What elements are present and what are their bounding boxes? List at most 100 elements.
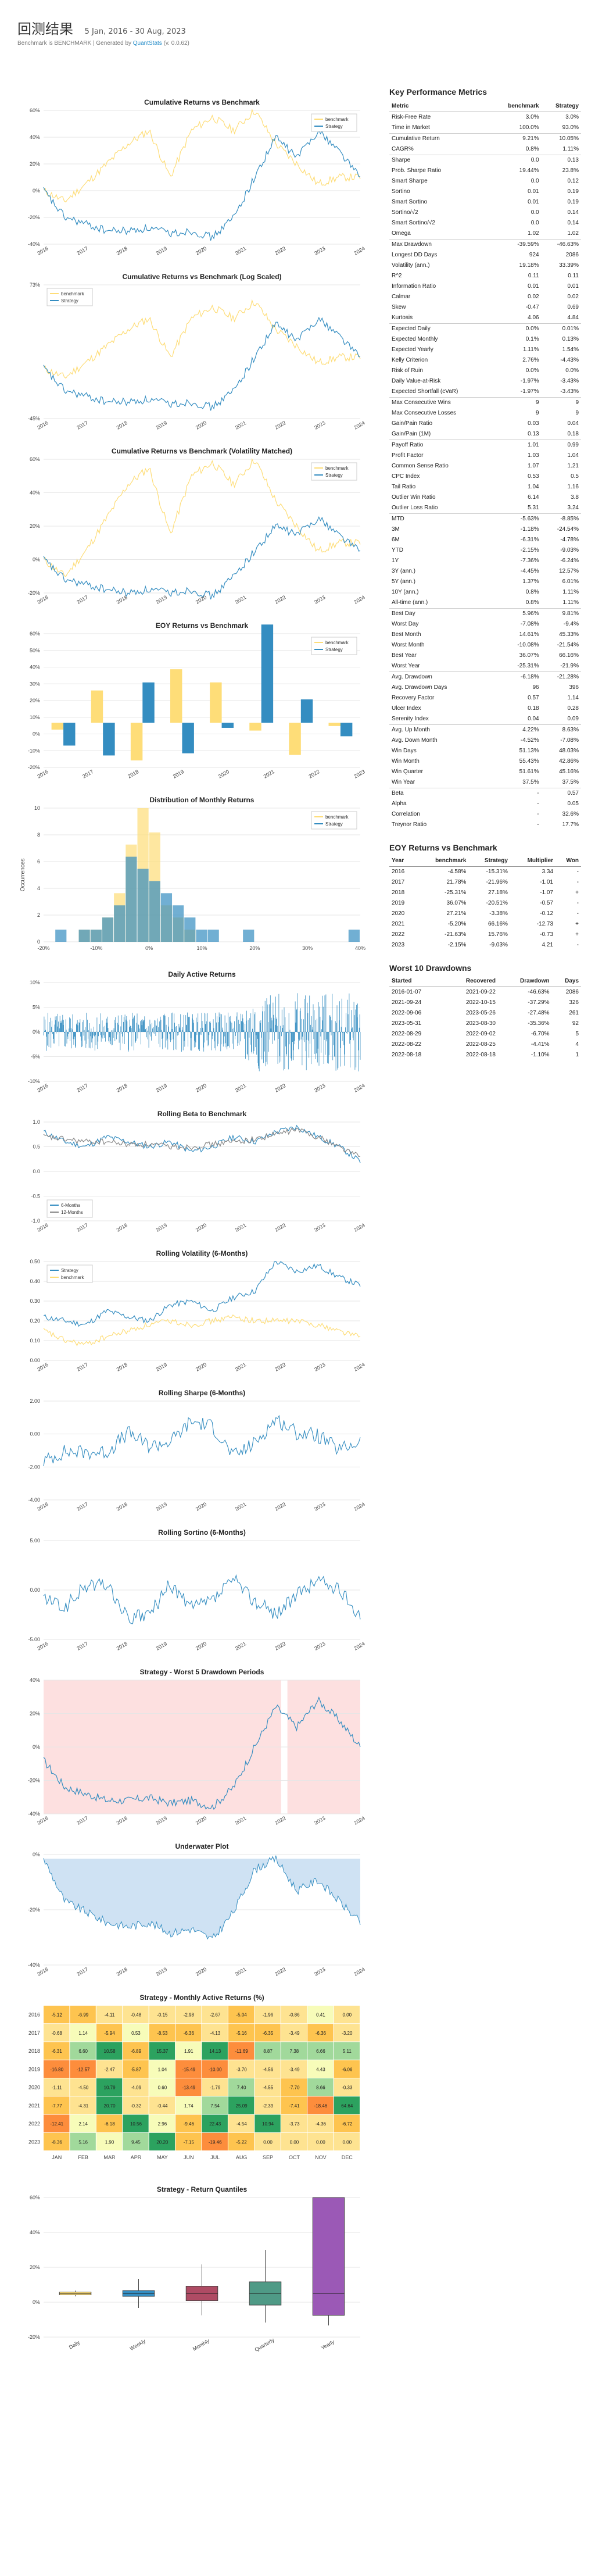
metrics-cell: 55.43% xyxy=(519,758,539,764)
heatmap-cell-value: 1.90 xyxy=(105,2139,114,2145)
metrics-cell: - xyxy=(537,811,539,817)
legend-label: Strategy xyxy=(325,647,343,652)
heatmap-cell-value: -2.39 xyxy=(263,2103,274,2109)
bar-Strategy xyxy=(142,682,155,723)
drawdown-cell: 2022-09-02 xyxy=(465,1031,496,1037)
metrics-cell: 9.21% xyxy=(490,133,542,144)
chart-title: Rolling Beta to Benchmark xyxy=(157,1110,247,1118)
bar-benchmark xyxy=(210,682,222,723)
legend-label: Strategy xyxy=(61,298,78,303)
drawdown-cell: 261 xyxy=(569,1010,579,1016)
y-tick-label: 0 xyxy=(37,939,40,945)
metrics-cell: 1.03 xyxy=(528,452,539,459)
metrics-cell: -21.28% xyxy=(541,671,581,683)
y-tick-label: 0.30 xyxy=(30,1298,40,1304)
x-tick-label: 2019 xyxy=(155,1362,168,1373)
metrics-cell: 0.0 xyxy=(490,155,542,166)
chart-svg-sharpe: Rolling Sharpe (6-Months) -4.00 -2.00 0.00 2… xyxy=(28,1389,365,1512)
legend-label: benchmark xyxy=(61,1275,85,1280)
metrics-row: Information Ratio 0.01 0.01 xyxy=(389,281,581,292)
x-tick-label: 2018 xyxy=(116,420,128,431)
heatmap-cell-value: 0.53 xyxy=(131,2031,141,2036)
eoy-cell: -0.73 xyxy=(540,931,554,938)
metrics-row: Recovery Factor 0.57 1.14 xyxy=(389,693,581,703)
heatmap-cell-value: -2.98 xyxy=(184,2013,195,2018)
metrics-title: Key Performance Metrics xyxy=(389,87,488,97)
heatmap-cell-value: -4.56 xyxy=(263,2067,274,2072)
metrics-cell: 0.05 xyxy=(567,801,579,807)
metrics-cell: 66.16% xyxy=(559,652,579,659)
metrics-cell: 2086 xyxy=(565,252,579,258)
legend-label: 12-Months xyxy=(61,1210,83,1215)
y-tick-label: 0.00 xyxy=(30,1587,40,1593)
metrics-cell: Worst Day xyxy=(392,621,419,627)
eoy-row: 2021 -5.20% 66.16% -12.73 + xyxy=(389,919,581,930)
chart-svg-vol: Cumulative Returns vs Benchmark (Volatil… xyxy=(28,447,366,605)
x-tick-label: Daily xyxy=(68,2339,81,2350)
heatmap-cell-value: 1.74 xyxy=(184,2103,193,2109)
metrics-column-header: Strategy xyxy=(541,101,581,112)
x-tick-label: 2017 xyxy=(81,769,94,780)
drawdown-table: Started Recovered Drawdown Days 2016-01-07 20… xyxy=(389,976,581,1060)
heatmap-row-label: 2019 xyxy=(28,2066,40,2072)
y-tick-label: 0% xyxy=(33,557,40,563)
x-tick-label: 2022 xyxy=(274,594,286,605)
x-tick-label: 2019 xyxy=(155,1082,168,1094)
heatmap-cell-value: -3.49 xyxy=(289,2067,300,2072)
metrics-cell: -7.08% xyxy=(520,621,539,627)
eoy-cell: -21.96% xyxy=(486,879,508,885)
chart-legend: 6-Months 12-Months xyxy=(46,1199,93,1218)
heatmap-column-label: MAY xyxy=(157,2155,168,2160)
y-tick-label: 0% xyxy=(33,1852,40,1857)
hist-bar-Strategy xyxy=(126,856,137,942)
metrics-cell: 45.16% xyxy=(559,769,579,775)
heatmap-cell-value: -6.35 xyxy=(263,2031,274,2036)
metrics-cell: 0.1% xyxy=(525,336,539,342)
heatmap-cell-value: -6.36 xyxy=(184,2031,195,2036)
chart-title: Distribution of Monthly Returns xyxy=(150,796,255,804)
eoy-column-header: benchmark xyxy=(415,856,469,867)
series-line-Strategy xyxy=(43,516,361,600)
legend-label: benchmark xyxy=(325,640,349,645)
metrics-row: Risk-Free Rate 3.0% 3.0% xyxy=(389,112,581,123)
metrics-cell: 5.96% xyxy=(490,608,542,619)
metrics-cell: All-time (ann.) xyxy=(392,599,428,606)
metrics-cell: Beta xyxy=(389,788,491,799)
heatmap-column-label: OCT xyxy=(289,2155,300,2160)
x-tick-label: 2019 xyxy=(155,1641,168,1652)
quantstats-link[interactable]: QuantStats xyxy=(133,40,162,47)
bar-benchmark xyxy=(130,723,143,761)
series-line-strategy xyxy=(43,1414,361,1467)
metrics-cell: Win Days xyxy=(392,748,417,754)
x-tick-label: 2018 xyxy=(116,245,128,256)
x-tick-label: 0% xyxy=(145,945,153,951)
heatmap-cell-value: 8.66 xyxy=(316,2085,325,2091)
metrics-cell: 96 xyxy=(532,684,539,691)
heatmap-cell-value: -6.06 xyxy=(342,2067,353,2072)
metrics-cell: 0.12 xyxy=(567,178,579,184)
legend-label: Strategy xyxy=(325,124,343,129)
y-tick-label: -20% xyxy=(28,590,40,596)
metrics-cell: 0.19 xyxy=(567,199,579,205)
y-tick-label: 5.00 xyxy=(30,1538,40,1544)
x-tick-label: 2019 xyxy=(155,245,168,256)
metrics-row: Volatility (ann.) 19.18% 33.39% xyxy=(389,260,581,271)
subtitle-suffix: (v. 0.0.62) xyxy=(162,40,189,47)
metrics-cell: 1.54% xyxy=(562,346,579,353)
metrics-cell: 3M xyxy=(392,526,400,533)
metrics-cell: 6.01% xyxy=(562,578,579,585)
metrics-cell: -6.31% xyxy=(520,537,539,543)
eoy-cell: - xyxy=(576,879,579,885)
eoy-cell: -1.01 xyxy=(540,879,554,885)
metrics-cell: 1Y xyxy=(392,558,399,564)
metrics-cell: 9 xyxy=(490,397,542,408)
metrics-cell: -2.15% xyxy=(520,547,539,553)
metrics-cell: Best Month xyxy=(392,631,421,638)
drawdown-cell: 4 xyxy=(575,1041,579,1048)
metrics-cell: Expected Daily xyxy=(389,323,491,334)
y-tick-label: 40% xyxy=(30,490,40,496)
metrics-cell: Best Year xyxy=(392,652,417,659)
metrics-cell: 0.18 xyxy=(528,705,539,712)
metrics-row: 3M -1.18% -24.54% xyxy=(389,524,581,535)
drawdown-row: 2022-08-29 2022-09-02 -6.70% 5 xyxy=(389,1029,581,1039)
